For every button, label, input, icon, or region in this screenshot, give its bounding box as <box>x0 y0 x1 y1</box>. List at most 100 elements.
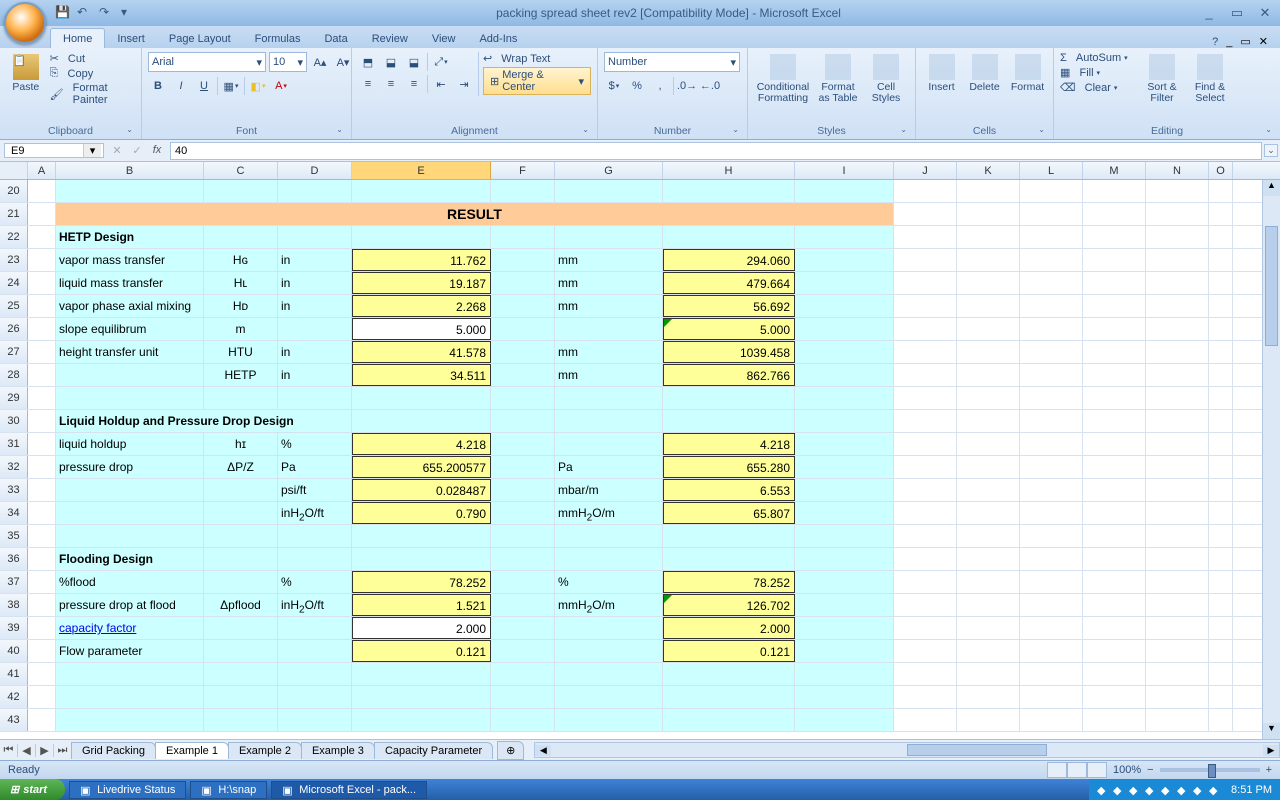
cell-G30[interactable] <box>555 410 663 432</box>
cell-M37[interactable] <box>1083 571 1146 593</box>
cell-J31[interactable] <box>894 433 957 455</box>
cell-F40[interactable] <box>491 640 555 662</box>
new-sheet-icon[interactable]: ⊕ <box>497 741 524 760</box>
cell-I23[interactable] <box>795 249 894 271</box>
column-header-O[interactable]: O <box>1209 162 1233 179</box>
cell-H36[interactable] <box>663 548 795 570</box>
cell-B26[interactable]: slope equilibrum <box>56 318 204 340</box>
cell-C24[interactable]: Hʟ <box>204 272 278 294</box>
cell-H26[interactable]: 5.000 <box>663 318 795 340</box>
cell-A31[interactable] <box>28 433 56 455</box>
cell-D20[interactable] <box>278 180 352 202</box>
cell-G20[interactable] <box>555 180 663 202</box>
cell-F32[interactable] <box>491 456 555 478</box>
row-header-34[interactable]: 34 <box>0 502 28 524</box>
cell-N36[interactable] <box>1146 548 1209 570</box>
cell-L38[interactable] <box>1020 594 1083 616</box>
accounting-button[interactable]: $ <box>604 76 624 96</box>
cell-H32[interactable]: 655.280 <box>663 456 795 478</box>
cell-A26[interactable] <box>28 318 56 340</box>
cell-H23[interactable]: 294.060 <box>663 249 795 271</box>
cell-H20[interactable] <box>663 180 795 202</box>
cell-G35[interactable] <box>555 525 663 547</box>
font-size-combo[interactable]: 10▾ <box>269 52 307 72</box>
zoom-in-icon[interactable]: + <box>1266 764 1272 776</box>
cell-E35[interactable] <box>352 525 491 547</box>
cell-E26[interactable]: 5.000 <box>352 318 491 340</box>
cell-G41[interactable] <box>555 663 663 685</box>
tab-review[interactable]: Review <box>360 29 420 48</box>
cell-K28[interactable] <box>957 364 1020 386</box>
align-middle-button[interactable]: ⬓ <box>381 52 401 72</box>
cell-L24[interactable] <box>1020 272 1083 294</box>
cell-C35[interactable] <box>204 525 278 547</box>
spreadsheet-grid[interactable]: ABCDEFGHIJKLMNO 2021RESULT22HETP Design2… <box>0 162 1280 760</box>
restore-button[interactable]: ▭ <box>1228 5 1246 21</box>
cell-J38[interactable] <box>894 594 957 616</box>
cell-C41[interactable] <box>204 663 278 685</box>
tab-insert[interactable]: Insert <box>105 29 157 48</box>
cell-E41[interactable] <box>352 663 491 685</box>
cell-E24[interactable]: 19.187 <box>352 272 491 294</box>
qat-dropdown-icon[interactable]: ▾ <box>121 5 137 21</box>
cell-F30[interactable] <box>491 410 555 432</box>
cell-N31[interactable] <box>1146 433 1209 455</box>
cell-H22[interactable] <box>663 226 795 248</box>
cell-L36[interactable] <box>1020 548 1083 570</box>
increase-indent-button[interactable]: ⇥ <box>454 74 474 94</box>
cell-H30[interactable] <box>663 410 795 432</box>
cell-G37[interactable]: % <box>555 571 663 593</box>
tray-icon[interactable]: ◆ <box>1193 784 1205 796</box>
cell-K25[interactable] <box>957 295 1020 317</box>
cell-E22[interactable] <box>352 226 491 248</box>
cell-B25[interactable]: vapor phase axial mixing <box>56 295 204 317</box>
start-button[interactable]: ⊞ start <box>0 779 65 800</box>
cell-N22[interactable] <box>1146 226 1209 248</box>
cell-O26[interactable] <box>1209 318 1233 340</box>
align-center-button[interactable]: ≡ <box>381 74 401 94</box>
cell-L39[interactable] <box>1020 617 1083 639</box>
increase-decimal-button[interactable]: .0→ <box>677 76 697 96</box>
cell-C29[interactable] <box>204 387 278 409</box>
row-header-25[interactable]: 25 <box>0 295 28 317</box>
cell-F34[interactable] <box>491 502 555 524</box>
cell-A22[interactable] <box>28 226 56 248</box>
cell-L34[interactable] <box>1020 502 1083 524</box>
cell-J20[interactable] <box>894 180 957 202</box>
cell-N23[interactable] <box>1146 249 1209 271</box>
cell-D25[interactable]: in <box>278 295 352 317</box>
column-header-J[interactable]: J <box>894 162 957 179</box>
cell-J41[interactable] <box>894 663 957 685</box>
cell-B42[interactable] <box>56 686 204 708</box>
cell-A21[interactable] <box>28 203 56 225</box>
cell-G34[interactable]: mmH2O/m <box>555 502 663 524</box>
row-header-32[interactable]: 32 <box>0 456 28 478</box>
cell-I29[interactable] <box>795 387 894 409</box>
cell-C43[interactable] <box>204 709 278 731</box>
cut-button[interactable]: ✂ Cut <box>50 52 135 65</box>
cell-K39[interactable] <box>957 617 1020 639</box>
cell-I32[interactable] <box>795 456 894 478</box>
cell-A34[interactable] <box>28 502 56 524</box>
shrink-font-button[interactable]: A▾ <box>333 52 353 72</box>
cell-N41[interactable] <box>1146 663 1209 685</box>
cell-K35[interactable] <box>957 525 1020 547</box>
cell-M23[interactable] <box>1083 249 1146 271</box>
hscroll-thumb[interactable] <box>907 744 1047 756</box>
cell-D43[interactable] <box>278 709 352 731</box>
cell-O35[interactable] <box>1209 525 1233 547</box>
sheet-tab-capacity-parameter[interactable]: Capacity Parameter <box>374 742 493 759</box>
row-header-28[interactable]: 28 <box>0 364 28 386</box>
cell-A32[interactable] <box>28 456 56 478</box>
bold-button[interactable]: B <box>148 76 168 96</box>
find-select-button[interactable]: Find & Select <box>1188 52 1232 106</box>
cell-C23[interactable]: Hɢ <box>204 249 278 271</box>
cell-H42[interactable] <box>663 686 795 708</box>
scroll-right-icon[interactable]: ▶ <box>1263 745 1279 756</box>
cell-M24[interactable] <box>1083 272 1146 294</box>
cell-L29[interactable] <box>1020 387 1083 409</box>
cell-B39[interactable]: capacity factor <box>56 617 204 639</box>
row-header-31[interactable]: 31 <box>0 433 28 455</box>
cell-N25[interactable] <box>1146 295 1209 317</box>
restore-button2[interactable]: ▭ <box>1240 35 1250 48</box>
